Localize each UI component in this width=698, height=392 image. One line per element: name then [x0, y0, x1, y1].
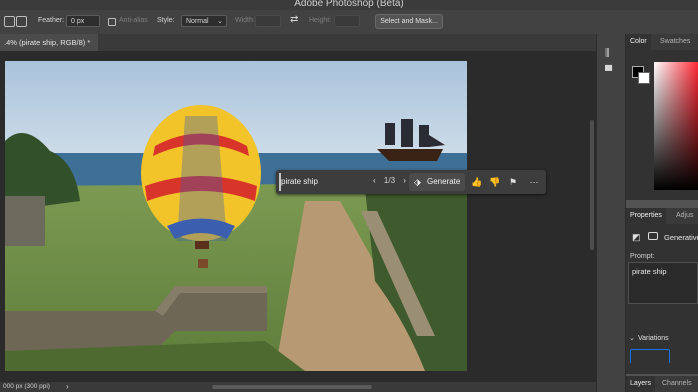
chevron-down-icon[interactable]: ⌄ — [629, 334, 635, 342]
history-icon[interactable]: ⫼ — [605, 48, 610, 59]
tab-swatches[interactable]: Swatches — [656, 34, 694, 50]
generative-prompt-input[interactable]: pirate ship — [281, 175, 361, 189]
generate-label: Generate — [427, 177, 461, 186]
canvas-photo — [5, 61, 467, 371]
title-bar: Adobe Photoshop (Beta) — [0, 0, 698, 10]
swap-icon[interactable]: ⇄ — [290, 14, 298, 25]
layer-type-label: Generative — [664, 233, 698, 242]
style-select-value: Normal — [186, 18, 209, 25]
style-select[interactable]: Normal ⌄ — [181, 15, 227, 27]
vertical-scroll-thumb[interactable] — [590, 120, 594, 250]
antialias-checkbox[interactable] — [108, 18, 116, 26]
generative-layer-icon: ◩ — [632, 232, 641, 242]
layers-panel-tabs: Layers Channels — [626, 376, 698, 392]
selection-mode-icon[interactable] — [4, 16, 15, 27]
comment-icon[interactable]: ▀ — [605, 66, 612, 77]
report-flag-icon[interactable]: ⚑ — [507, 176, 519, 188]
variation-counter: 1/3 — [383, 176, 396, 185]
variation-navigator: ‹ 1/3 › — [373, 176, 406, 185]
antialias-label: Anti-alias — [119, 17, 148, 24]
properties-prompt-field[interactable]: pirate ship — [628, 262, 698, 304]
width-label: Width: — [235, 17, 255, 24]
app-title: Adobe Photoshop (Beta) — [294, 0, 404, 9]
generate-button[interactable]: ⬗ Generate — [409, 173, 465, 191]
height-label: Height: — [309, 17, 332, 24]
thumbs-down-icon[interactable]: 👎 — [489, 176, 501, 188]
tab-color[interactable]: Color — [626, 34, 651, 50]
variation-thumbnail[interactable] — [630, 349, 670, 363]
generative-fill-bar: pirate ship ‹ 1/3 › ⬗ Generate 👍 👎 ⚑ ⋯ — [276, 170, 546, 194]
properties-prompt-value: pirate ship — [632, 267, 667, 276]
more-icon[interactable]: ⋯ — [528, 176, 540, 188]
prompt-label: Prompt: — [630, 253, 655, 260]
chevron-down-icon: ⌄ — [217, 18, 223, 25]
background-color-swatch[interactable] — [638, 72, 650, 84]
width-input[interactable] — [255, 15, 281, 27]
options-bar: Feather: 0 px Anti-alias Style: Normal ⌄… — [0, 10, 698, 35]
tab-adjustments[interactable]: Adjus — [672, 208, 698, 224]
style-label: Style: — [157, 17, 175, 24]
document-canvas-image[interactable] — [5, 61, 467, 371]
panel-dock-strip: ⫼ ▀ — [596, 34, 626, 392]
generate-icon: ⬗ — [414, 177, 421, 187]
variations-label: Variations — [638, 335, 669, 342]
document-tab-row: .4% (pirate ship, RGB/8) * — [0, 34, 596, 51]
color-panel-tabs: Color Swatches — [626, 34, 698, 50]
feather-input[interactable]: 0 px — [66, 15, 100, 27]
feather-label: Feather: — [38, 17, 65, 24]
subtract-selection-icon[interactable] — [16, 16, 27, 27]
tab-properties[interactable]: Properties — [626, 208, 666, 224]
select-and-mask-button[interactable]: Select and Mask... — [375, 14, 443, 29]
chevron-right-icon[interactable]: › — [403, 176, 406, 185]
status-chevron-icon[interactable]: › — [66, 382, 69, 391]
tab-channels[interactable]: Channels — [658, 376, 696, 392]
horizontal-scroll-thumb[interactable] — [212, 385, 372, 389]
color-picker-field[interactable] — [654, 62, 698, 190]
document-size-status: 000 px (300 ppi) — [3, 383, 50, 390]
height-input[interactable] — [334, 15, 360, 27]
document-tab[interactable]: .4% (pirate ship, RGB/8) * — [0, 34, 99, 51]
document-tab-title: .4% (pirate ship, RGB/8) * — [4, 38, 91, 47]
layer-mask-icon — [648, 232, 658, 240]
tab-layers[interactable]: Layers — [626, 376, 656, 392]
thumbs-up-icon[interactable]: 👍 — [471, 176, 483, 188]
properties-panel-tabs: Properties Adjus — [626, 208, 698, 224]
chevron-left-icon[interactable]: ‹ — [373, 176, 376, 185]
